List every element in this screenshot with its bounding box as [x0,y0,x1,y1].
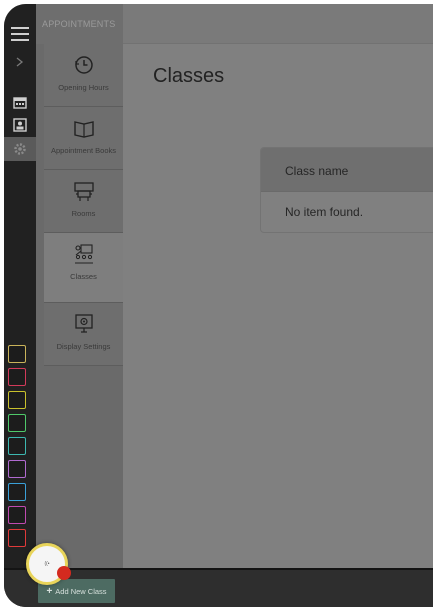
empty-state-text: No item found. [285,205,364,219]
contact-icon[interactable] [4,113,36,137]
classes-table: Class name No item found. [260,147,433,233]
agenda-app-icon[interactable] [8,368,26,386]
page-title: Classes [153,65,225,87]
list-app-icon[interactable] [8,506,26,524]
app-window: APPOINTMENTS Opening Hours Appointment B… [4,4,433,607]
plus-icon: + [46,585,53,597]
menu-icon[interactable] [4,22,36,46]
class-icon [74,244,93,264]
subnav-item-label: Opening Hours [58,83,109,92]
column-header-class-name[interactable]: Class name [261,148,433,192]
chat-app-icon[interactable] [8,460,26,478]
book-icon [73,121,94,138]
settings-subnav: Opening Hours Appointment Books Rooms Cl… [36,44,123,568]
room-icon [73,182,94,201]
signal-icon: ((• [44,561,50,567]
record-indicator-icon [57,566,71,580]
subnav-item-label: Display Settings [56,342,111,351]
subnav-item-label: Appointment Books [50,146,117,155]
top-bar [123,4,433,44]
grid-app-icon[interactable] [8,391,26,409]
clock-icon [74,56,93,74]
display-icon [74,314,93,333]
subnav-item-label: Classes [70,272,97,281]
subnav-item-rooms[interactable]: Rooms [44,170,123,233]
calendar-app-icon[interactable] [8,345,26,363]
report-app-icon[interactable] [8,437,26,455]
section-title: APPOINTMENTS [36,4,123,44]
document-app-icon[interactable] [8,483,26,501]
gear-icon[interactable] [4,137,36,161]
scissors-app-icon[interactable] [8,529,26,547]
bag-app-icon[interactable] [8,414,26,432]
chevron-right-icon[interactable] [4,50,36,74]
subnav-item-display-settings[interactable]: Display Settings [44,303,123,366]
left-rail [4,4,36,607]
add-new-class-label: Add New Class [55,586,107,596]
subnav-item-opening-hours[interactable]: Opening Hours [44,44,123,107]
subnav-item-label: Rooms [71,209,96,218]
subnav-item-appointment-books[interactable]: Appointment Books [44,107,123,170]
calendar-icon[interactable] [4,90,36,114]
subnav-item-classes[interactable]: Classes [44,233,123,303]
main-content: Classes Class name No item found. [123,45,433,568]
